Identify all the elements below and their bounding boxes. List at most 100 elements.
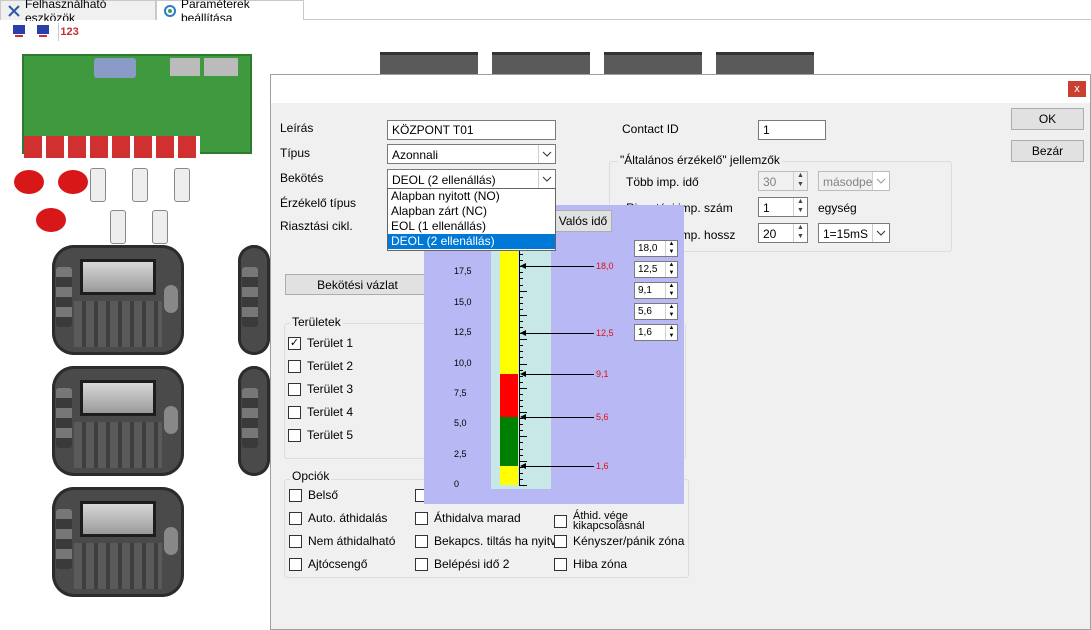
multi-pulse-time-label: Több imp. idő [626, 175, 699, 189]
option-checkbox[interactable]: Auto. áthidalás [289, 511, 387, 525]
multi-pulse-unit-select[interactable]: másodpe [818, 171, 890, 191]
spin-down-icon[interactable]: ▼ [794, 207, 807, 216]
type-label: Típus [280, 146, 311, 160]
spin-down-icon[interactable]: ▼ [794, 181, 807, 190]
wiring-option[interactable]: EOL (1 ellenállás) [388, 219, 555, 234]
close-button[interactable]: x [1068, 81, 1086, 97]
multi-pulse-time-spinner[interactable]: 30 ▲ ▼ [758, 171, 808, 191]
tab-parameters[interactable]: Paraméterek beállítása [156, 0, 304, 25]
checkbox-box[interactable] [289, 488, 302, 502]
resistance-zone [500, 374, 518, 417]
keypad-icon [52, 245, 184, 355]
close-dialog-button[interactable]: Bezár [1011, 140, 1084, 162]
threshold-spinner[interactable]: 5,6 ▲ ▼ [634, 303, 678, 320]
option-checkbox[interactable]: Áthid. vége kikapcsolásnál [554, 511, 669, 532]
option-checkbox[interactable]: Belépési idő 2 [415, 557, 509, 571]
spin-down-icon[interactable]: ▼ [794, 233, 807, 242]
chevron-down-icon[interactable] [538, 145, 555, 163]
threshold-spinner[interactable]: 12,5 ▲ ▼ [634, 261, 678, 278]
option-checkbox[interactable]: Belső [289, 488, 338, 502]
spin-down-icon[interactable]: ▼ [666, 291, 677, 299]
threshold-spinner[interactable]: 1,6 ▲ ▼ [634, 324, 678, 341]
resistance-zone [500, 465, 518, 485]
ok-button[interactable]: OK [1011, 108, 1084, 130]
expansion-module-icon [604, 52, 702, 76]
area-checkbox[interactable]: ✓ Terület 1 [288, 336, 353, 350]
chevron-down-icon[interactable] [538, 170, 555, 188]
threshold-spinner[interactable]: 9,1 ▲ ▼ [634, 282, 678, 299]
area-checkbox[interactable]: Terület 3 [288, 382, 353, 396]
checkbox-box[interactable]: ✓ [288, 336, 301, 350]
option-label: Auto. áthidalás [308, 511, 388, 525]
spin-up-icon[interactable]: ▲ [666, 241, 677, 249]
checkbox-box[interactable] [415, 557, 428, 571]
checkbox-box[interactable] [288, 428, 301, 442]
checkbox-box[interactable] [415, 534, 428, 548]
pulse-length-unit-select[interactable]: 1=15mS [818, 223, 890, 243]
option-checkbox[interactable]: Hiba zóna [554, 557, 627, 571]
area-checkbox[interactable]: Terület 4 [288, 405, 353, 419]
checkbox-box[interactable] [554, 534, 567, 548]
spin-down-icon[interactable]: ▼ [666, 312, 677, 320]
threshold-arrow-line [522, 374, 594, 376]
numbers-button[interactable]: 123 [58, 23, 79, 41]
option-checkbox[interactable]: Bekapcs. tiltás ha nyitva [415, 534, 563, 548]
option-checkbox[interactable]: Nem áthidalható [289, 534, 395, 548]
area-label: Terület 1 [307, 336, 354, 350]
description-input[interactable]: KÖZPONT T01 [387, 120, 556, 140]
upload-button[interactable] [10, 23, 28, 41]
spinner-buttons: ▲ ▼ [665, 304, 677, 319]
chevron-down-icon[interactable] [872, 172, 889, 190]
checkbox-box[interactable] [288, 359, 301, 373]
sensor-icon [132, 168, 148, 202]
checkbox-box[interactable] [289, 511, 302, 525]
option-label: Áthidalva marad [434, 511, 521, 525]
chevron-down-icon[interactable] [872, 224, 889, 242]
threshold-arrow-line [522, 333, 594, 335]
threshold-arrow-line [522, 416, 594, 418]
tab-bar: Felhasználható eszközök Paraméterek beál… [0, 0, 1091, 25]
option-checkbox[interactable]: Áthidalva marad [415, 511, 521, 525]
area-checkbox[interactable]: Terület 2 [288, 359, 353, 373]
spin-up-icon[interactable]: ▲ [794, 172, 807, 181]
expansion-module-icon [492, 52, 590, 76]
contact-id-input[interactable]: 1 [758, 120, 826, 140]
realtime-button[interactable]: Valós idő [554, 210, 612, 232]
tab-available-devices[interactable]: Felhasználható eszközök [0, 0, 156, 25]
spin-down-icon[interactable]: ▼ [666, 249, 677, 257]
option-checkbox[interactable]: Ajtócsengő [289, 557, 367, 571]
wiring-label: Bekötés [280, 171, 324, 185]
checkbox-box[interactable] [288, 405, 301, 419]
sensor-icon [174, 168, 190, 202]
type-select[interactable]: Azonnali [387, 144, 556, 164]
option-label: Hiba zóna [573, 557, 628, 571]
checkbox-box[interactable] [554, 514, 567, 528]
wiring-dropdown-list: Alapban nyitott (NO) Alapban zárt (NC) E… [387, 188, 556, 251]
spin-up-icon[interactable]: ▲ [666, 304, 677, 312]
spin-up-icon[interactable]: ▲ [666, 325, 677, 333]
spin-up-icon[interactable]: ▲ [794, 198, 807, 207]
checkbox-box[interactable] [415, 511, 428, 525]
spinner-value: 1 [763, 201, 770, 215]
spin-up-icon[interactable]: ▲ [666, 283, 677, 291]
threshold-spinner[interactable]: 18,0 ▲ ▼ [634, 240, 678, 257]
download-button[interactable] [34, 23, 52, 41]
spin-down-icon[interactable]: ▼ [666, 270, 677, 278]
wiring-diagram-button[interactable]: Bekötési vázlat [285, 274, 430, 295]
spin-down-icon[interactable]: ▼ [666, 333, 677, 341]
wiring-option[interactable]: Alapban nyitott (NO) [388, 189, 555, 204]
wiring-option[interactable]: Alapban zárt (NC) [388, 204, 555, 219]
checkbox-box[interactable] [554, 557, 567, 571]
spin-up-icon[interactable]: ▲ [794, 224, 807, 233]
checkbox-box[interactable] [289, 534, 302, 548]
alarm-pulse-length-spinner[interactable]: 20 ▲ ▼ [758, 223, 808, 243]
checkbox-box[interactable] [288, 382, 301, 396]
area-checkbox[interactable]: Terület 5 [288, 428, 353, 442]
spin-up-icon[interactable]: ▲ [666, 262, 677, 270]
option-label: Belépési idő 2 [434, 557, 510, 571]
wiring-option-selected[interactable]: DEOL (2 ellenállás) [388, 234, 555, 249]
alarm-pulse-count-spinner[interactable]: 1 ▲ ▼ [758, 197, 808, 217]
wiring-select[interactable]: DEOL (2 ellenállás) [387, 169, 556, 189]
option-checkbox[interactable]: Kényszer/pánik zóna [554, 534, 684, 548]
checkbox-box[interactable] [289, 557, 302, 571]
